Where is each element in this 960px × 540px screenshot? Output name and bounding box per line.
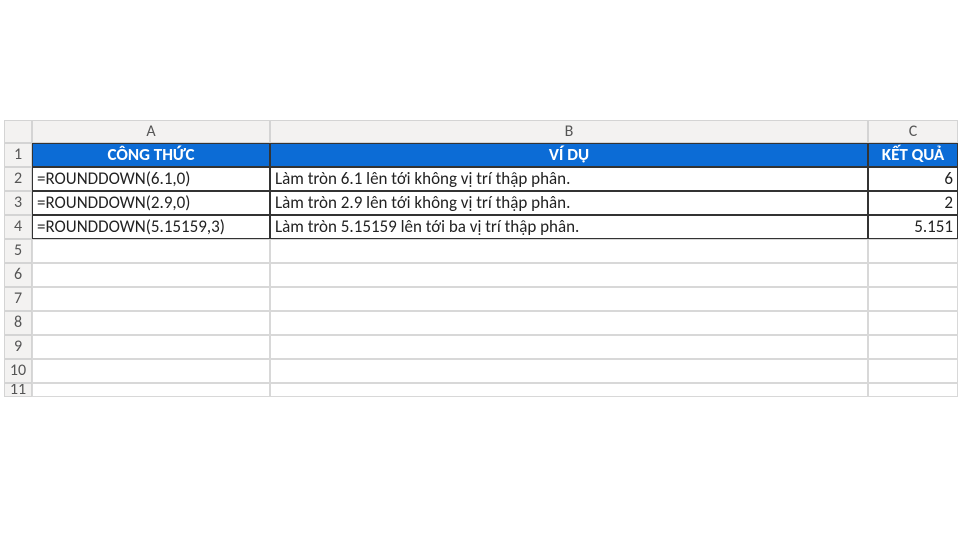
- cell-B10[interactable]: [270, 359, 868, 383]
- cell-A11[interactable]: [32, 383, 270, 397]
- cell-C1[interactable]: KẾT QUẢ: [868, 143, 958, 167]
- cell-A5[interactable]: [32, 239, 270, 263]
- cell-A2[interactable]: =ROUNDDOWN(6.1,0): [32, 167, 270, 191]
- cell-B5[interactable]: [270, 239, 868, 263]
- cell-C4[interactable]: 5.151: [868, 215, 958, 239]
- cell-C6[interactable]: [868, 263, 958, 287]
- row-header-9[interactable]: 9: [4, 335, 32, 359]
- cell-B9[interactable]: [270, 335, 868, 359]
- row-header-5[interactable]: 5: [4, 239, 32, 263]
- cell-C11[interactable]: [868, 383, 958, 397]
- cell-A1[interactable]: CÔNG THỨC: [32, 143, 270, 167]
- cell-C5[interactable]: [868, 239, 958, 263]
- row-header-10[interactable]: 10: [4, 359, 32, 383]
- cell-A4[interactable]: =ROUNDDOWN(5.15159,3): [32, 215, 270, 239]
- cell-B7[interactable]: [270, 287, 868, 311]
- col-header-C[interactable]: C: [868, 120, 958, 143]
- row-header-11[interactable]: 11: [4, 383, 32, 397]
- row-header-4[interactable]: 4: [4, 215, 32, 239]
- cell-C10[interactable]: [868, 359, 958, 383]
- cell-A9[interactable]: [32, 335, 270, 359]
- col-header-A[interactable]: A: [32, 120, 270, 143]
- row-header-8[interactable]: 8: [4, 311, 32, 335]
- cell-B11[interactable]: [270, 383, 868, 397]
- cell-A10[interactable]: [32, 359, 270, 383]
- cell-B3[interactable]: Làm tròn 2.9 lên tới không vị trí thập p…: [270, 191, 868, 215]
- cell-B4[interactable]: Làm tròn 5.15159 lên tới ba vị trí thập …: [270, 215, 868, 239]
- row-header-7[interactable]: 7: [4, 287, 32, 311]
- select-all-corner[interactable]: [4, 120, 32, 143]
- cell-B8[interactable]: [270, 311, 868, 335]
- cell-C9[interactable]: [868, 335, 958, 359]
- col-header-B[interactable]: B: [270, 120, 868, 143]
- cell-B1[interactable]: VÍ DỤ: [270, 143, 868, 167]
- cell-A8[interactable]: [32, 311, 270, 335]
- cell-C8[interactable]: [868, 311, 958, 335]
- row-header-6[interactable]: 6: [4, 263, 32, 287]
- row-header-3[interactable]: 3: [4, 191, 32, 215]
- spreadsheet-grid[interactable]: A B C 1 CÔNG THỨC VÍ DỤ KẾT QUẢ 2 =ROUND…: [4, 120, 958, 397]
- cell-A7[interactable]: [32, 287, 270, 311]
- cell-C2[interactable]: 6: [868, 167, 958, 191]
- cell-B6[interactable]: [270, 263, 868, 287]
- row-header-1[interactable]: 1: [4, 143, 32, 167]
- cell-C3[interactable]: 2: [868, 191, 958, 215]
- row-header-2[interactable]: 2: [4, 167, 32, 191]
- cell-A6[interactable]: [32, 263, 270, 287]
- cell-A3[interactable]: =ROUNDDOWN(2.9,0): [32, 191, 270, 215]
- cell-B2[interactable]: Làm tròn 6.1 lên tới không vị trí thập p…: [270, 167, 868, 191]
- cell-C7[interactable]: [868, 287, 958, 311]
